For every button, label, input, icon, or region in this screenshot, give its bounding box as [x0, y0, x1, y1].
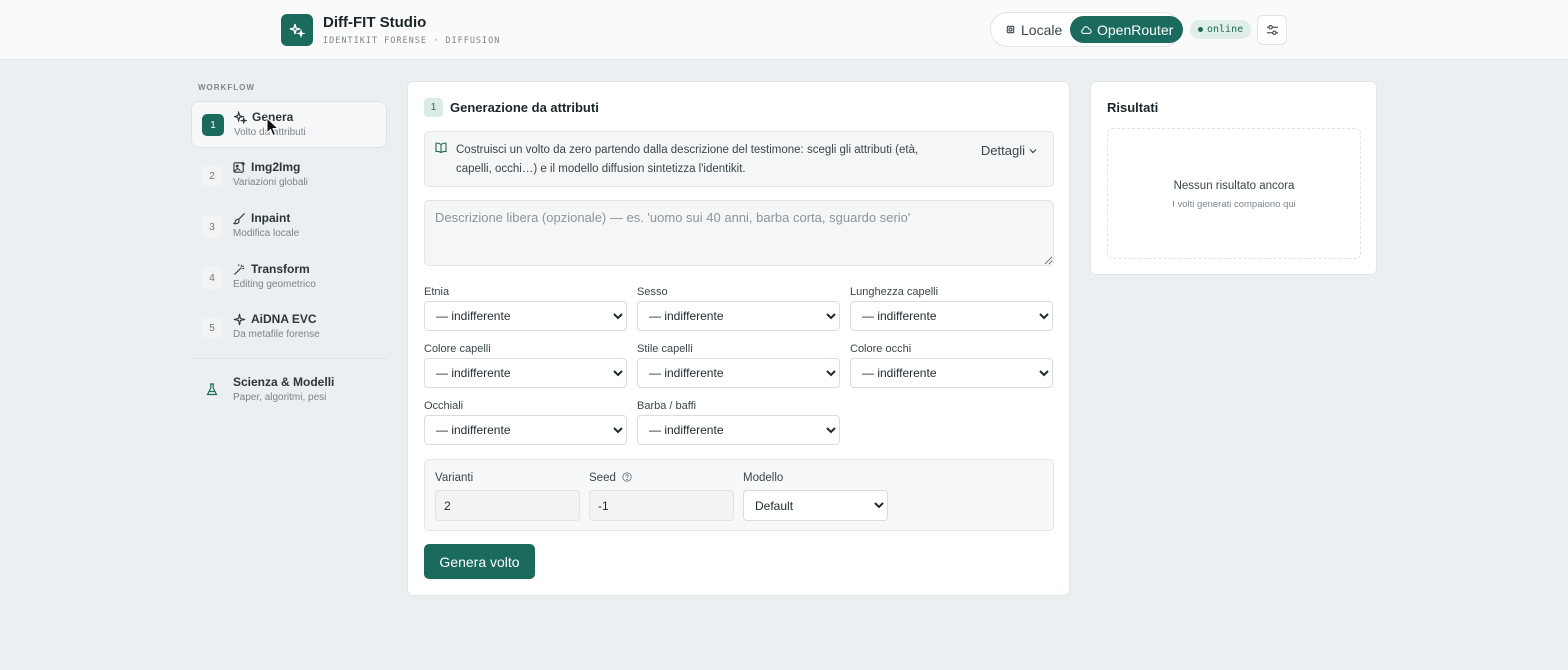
- glasses-select[interactable]: — indifferente: [424, 415, 627, 445]
- model-select[interactable]: Default: [743, 490, 888, 521]
- mode-local-button[interactable]: Locale: [996, 16, 1071, 43]
- mode-openrouter-label: OpenRouter: [1097, 21, 1174, 38]
- sidebar-item-img2img[interactable]: 2 Img2Img Variazioni globali: [191, 152, 387, 199]
- seed-label-text: Seed: [589, 472, 616, 484]
- mouse-cursor-icon: [266, 117, 280, 137]
- workflow-section-label: WORKFLOW: [198, 83, 255, 92]
- sidebar-item-subtitle: Modifica locale: [233, 228, 300, 239]
- generate-face-button[interactable]: Genera volto: [424, 544, 535, 579]
- sesso-select[interactable]: — indifferente: [637, 301, 840, 331]
- sliders-icon: [1266, 24, 1278, 36]
- results-title: Risultati: [1107, 100, 1159, 115]
- sidebar-item-title: AiDNA EVC: [251, 312, 317, 326]
- seed-input[interactable]: [589, 490, 734, 521]
- sidebar-item-title: Inpaint: [251, 211, 291, 225]
- step-badge: 1: [424, 98, 443, 117]
- info-text: Costruisci un volto da zero partendo dal…: [456, 144, 919, 175]
- chip-icon: [1006, 25, 1015, 34]
- sidebar-divider: [191, 358, 387, 359]
- model-label: Modello: [743, 472, 784, 484]
- app-title: Diff-FIT Studio: [323, 14, 427, 31]
- etnia-select[interactable]: — indifferente: [424, 301, 627, 331]
- brush-icon: [233, 212, 246, 225]
- description-input[interactable]: [424, 200, 1054, 266]
- glasses-label: Occhiali: [424, 400, 464, 412]
- step-number: 4: [201, 267, 223, 289]
- status-badge: online: [1190, 20, 1252, 39]
- results-card: Risultati Nessun risultato ancora I volt…: [1090, 81, 1377, 275]
- hair-style-label: Stile capelli: [637, 343, 693, 355]
- sidebar-item-genera[interactable]: 1 Genera Volto da attributi: [191, 101, 387, 148]
- spark-icon: [233, 313, 246, 326]
- empty-subtitle: I volti generati compaiono qui: [1172, 199, 1296, 210]
- sidebar-item-subtitle: Da metafile forense: [233, 329, 320, 340]
- hair-color-label: Colore capelli: [424, 343, 491, 355]
- mode-local-label: Locale: [1021, 21, 1063, 38]
- step-number: 5: [201, 317, 223, 339]
- hair-length-select[interactable]: — indifferente: [850, 301, 1053, 331]
- sidebar-item-title: Img2Img: [251, 160, 301, 174]
- hair-style-select[interactable]: — indifferente: [637, 358, 840, 388]
- eye-color-label: Colore occhi: [850, 343, 912, 355]
- app-subtitle: IDENTIKIT FORENSE · DIFFUSION: [323, 36, 501, 46]
- help-circle-icon: [622, 472, 632, 482]
- status-text: online: [1207, 24, 1244, 35]
- details-toggle[interactable]: Dettagli: [981, 143, 1037, 158]
- chevron-down-icon: [1029, 148, 1037, 153]
- step-number: 3: [201, 216, 223, 238]
- beard-select[interactable]: — indifferente: [637, 415, 840, 445]
- sidebar-item-transform[interactable]: 4 Transform Editing geometrico: [191, 254, 387, 301]
- mode-openrouter-button[interactable]: OpenRouter: [1070, 16, 1184, 43]
- sidebar-item-subtitle: Variazioni globali: [233, 177, 308, 188]
- top-bar: Diff-FIT Studio IDENTIKIT FORENSE · DIFF…: [0, 0, 1568, 60]
- details-label: Dettagli: [980, 143, 1025, 158]
- card-title: Generazione da attributi: [450, 100, 599, 115]
- cloud-icon: [1081, 25, 1092, 34]
- sparkles-icon: [289, 23, 305, 38]
- status-dot-icon: [1198, 27, 1203, 32]
- etnia-label: Etnia: [424, 286, 450, 298]
- settings-button[interactable]: [1257, 15, 1287, 45]
- step-number: 2: [201, 165, 223, 187]
- eye-color-select[interactable]: — indifferente: [850, 358, 1053, 388]
- generation-card: 1 Generazione da attributi Costruisci un…: [407, 81, 1070, 596]
- empty-title: Nessun risultato ancora: [1173, 180, 1295, 192]
- book-icon: [435, 142, 447, 153]
- sidebar-item-aidna-evc[interactable]: 5 AiDNA EVC Da metafile forense: [191, 304, 387, 351]
- results-empty-state: Nessun risultato ancora I volti generati…: [1107, 128, 1361, 259]
- sparkles-icon: [234, 111, 247, 124]
- hair-length-label: Lunghezza capelli: [850, 286, 939, 298]
- sidebar-item-inpaint[interactable]: 3 Inpaint Modifica locale: [191, 203, 387, 250]
- wand-icon: [233, 264, 245, 276]
- sesso-label: Sesso: [637, 286, 668, 298]
- mode-switch: Locale OpenRouter: [990, 12, 1184, 47]
- variants-input[interactable]: [435, 490, 580, 521]
- info-box: Costruisci un volto da zero partendo dal…: [424, 131, 1054, 187]
- sidebar-item-title: Transform: [251, 262, 310, 276]
- sidebar-item-subtitle: Paper, algoritmi, pesi: [233, 392, 327, 403]
- seed-label: Seed: [589, 472, 632, 484]
- generation-params: Varianti Seed Modello Default: [424, 459, 1054, 531]
- variants-label: Varianti: [435, 472, 474, 484]
- sidebar-item-subtitle: Editing geometrico: [233, 279, 316, 290]
- image-plus-icon: [233, 161, 246, 173]
- app-logo: [281, 14, 313, 46]
- hair-color-select[interactable]: — indifferente: [424, 358, 627, 388]
- sidebar-item-title: Scienza & Modelli: [233, 375, 335, 389]
- beard-label: Barba / baffi: [637, 400, 697, 412]
- sidebar-item-science[interactable]: Scienza & Modelli Paper, algoritmi, pesi: [191, 367, 387, 414]
- flask-icon: [206, 383, 218, 396]
- step-number: 1: [202, 114, 224, 136]
